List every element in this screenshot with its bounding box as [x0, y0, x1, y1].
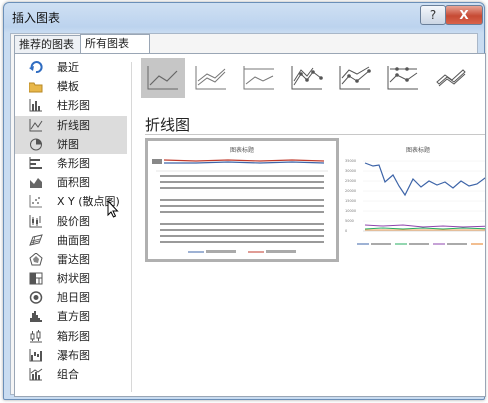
sidebar-item-label: 饼图 — [57, 137, 79, 151]
subtype-100-stacked-line[interactable] — [237, 58, 281, 98]
radar-chart-icon — [29, 252, 43, 266]
treemap-chart-icon — [29, 272, 43, 285]
dialog-title: 插入图表 — [12, 11, 61, 25]
column-chart-icon — [29, 99, 43, 112]
scatter-chart-icon — [29, 195, 43, 208]
histogram-chart-icon — [29, 310, 43, 323]
sidebar-item-label: 条形图 — [57, 156, 90, 170]
subtype-line-markers[interactable] — [285, 58, 329, 98]
stacked-line-markers-subtype-icon — [339, 66, 371, 90]
sidebar-item-label: 面积图 — [57, 176, 90, 190]
line-subtype-icon — [147, 66, 178, 90]
sidebar-item-label: 箱形图 — [57, 329, 90, 343]
chart-subtype-gallery — [141, 58, 485, 98]
sunburst-chart-icon — [29, 291, 43, 304]
panel-divider — [131, 62, 132, 392]
percent-stacked-line-subtype-icon — [243, 66, 274, 90]
y-tick-label: 25000 — [345, 179, 356, 183]
close-button[interactable]: X — [445, 5, 483, 25]
sidebar-item-waterfall[interactable]: 瀑布图 — [15, 346, 127, 365]
subtype-stacked-line[interactable] — [189, 58, 233, 98]
sidebar-item-label: 柱形图 — [57, 99, 90, 113]
tab-all-charts[interactable]: 所有图表 — [80, 34, 150, 54]
subtype-stacked-line-markers[interactable] — [333, 58, 377, 98]
sidebar-item-combo[interactable]: 组合 — [15, 365, 127, 384]
3d-line-subtype-icon — [436, 69, 466, 87]
waterfall-chart-icon — [29, 348, 43, 362]
chart-preview-1[interactable]: 图表标题 — [145, 138, 339, 262]
y-tick-label: 15000 — [345, 199, 356, 203]
subtype-100-stacked-line-markers[interactable] — [381, 58, 425, 98]
sidebar-item-box[interactable]: 箱形图 — [15, 327, 127, 346]
mouse-cursor-icon — [107, 200, 119, 218]
sidebar-item-bar[interactable]: 条形图 — [15, 154, 127, 173]
sidebar-item-radar[interactable]: 雷达图 — [15, 250, 127, 269]
insert-chart-dialog: 插入图表 ? X 推荐的图表 所有图表 最近 模板 柱形图 折线图 饼图 条形图… — [3, 2, 486, 400]
all-charts-panel: 最近 模板 柱形图 折线图 饼图 条形图 面积图 X Y (散点图) 股价图 曲… — [14, 53, 486, 397]
sidebar-item-label: 瀑布图 — [57, 348, 90, 362]
bar-chart-icon — [29, 156, 43, 170]
template-icon — [28, 80, 43, 93]
box-chart-icon — [29, 329, 43, 343]
subtype-3d-line[interactable] — [429, 58, 473, 98]
sidebar-item-treemap[interactable]: 树状图 — [15, 269, 127, 288]
area-chart-icon — [29, 176, 43, 189]
y-tick-label: 35000 — [345, 159, 356, 163]
chart-type-list: 最近 模板 柱形图 折线图 饼图 条形图 面积图 X Y (散点图) 股价图 曲… — [15, 58, 127, 384]
stacked-line-subtype-icon — [195, 66, 226, 90]
sidebar-item-column[interactable]: 柱形图 — [15, 96, 127, 115]
combo-chart-icon — [29, 368, 43, 381]
line-chart-icon — [29, 118, 43, 132]
recent-icon — [29, 61, 43, 74]
surface-chart-icon — [29, 233, 43, 247]
stock-chart-icon — [29, 214, 43, 228]
sidebar-item-line[interactable]: 折线图 — [15, 115, 127, 135]
y-tick-label: 10000 — [345, 209, 356, 213]
sidebar-item-pie[interactable]: 饼图 — [15, 134, 127, 154]
pie-chart-icon — [29, 138, 43, 151]
section-separator — [145, 134, 485, 135]
sidebar-item-label: 折线图 — [57, 118, 90, 132]
sidebar-item-label: 雷达图 — [57, 252, 90, 266]
subtype-line[interactable] — [141, 58, 185, 98]
sidebar-item-surface[interactable]: 曲面图 — [15, 231, 127, 250]
help-button[interactable]: ? — [420, 5, 446, 25]
sidebar-item-area[interactable]: 面积图 — [15, 173, 127, 192]
sidebar-item-sunburst[interactable]: 旭日图 — [15, 288, 127, 307]
sidebar-item-template[interactable]: 模板 — [15, 77, 127, 96]
percent-stacked-line-markers-subtype-icon — [387, 66, 418, 90]
chart-preview-2[interactable]: 图表标题 35000 30000 25000 20000 15000 10000… — [343, 141, 485, 253]
y-tick-label: 0 — [345, 229, 347, 233]
sidebar-item-label: 最近 — [57, 61, 79, 74]
sidebar-item-label: 树状图 — [57, 272, 90, 286]
y-tick-label: 5000 — [345, 219, 354, 223]
sidebar-item-recent[interactable]: 最近 — [15, 58, 127, 77]
sidebar-item-label: 曲面图 — [57, 233, 90, 247]
line-markers-subtype-icon — [291, 66, 323, 90]
sidebar-item-label: 直方图 — [57, 310, 90, 324]
sidebar-item-label: 旭日图 — [57, 291, 90, 305]
preview-2-chart: 35000 30000 25000 20000 15000 10000 5000… — [345, 159, 485, 245]
sidebar-item-label: 模板 — [57, 80, 79, 94]
tab-recommended-charts[interactable]: 推荐的图表 — [14, 35, 86, 53]
y-tick-label: 30000 — [345, 169, 356, 173]
sidebar-item-histogram[interactable]: 直方图 — [15, 307, 127, 326]
section-title: 折线图 — [145, 116, 191, 134]
y-tick-label: 20000 — [345, 189, 356, 193]
preview-1-chart — [152, 159, 328, 253]
sidebar-item-label: 组合 — [57, 368, 79, 381]
sidebar-item-label: 股价图 — [57, 214, 90, 228]
title-bar: 插入图表 ? X — [4, 3, 484, 29]
